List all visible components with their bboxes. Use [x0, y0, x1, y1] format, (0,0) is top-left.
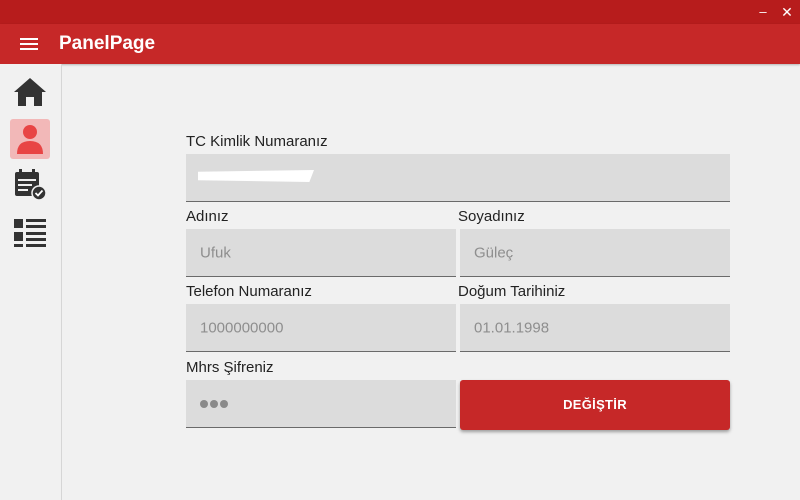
- sidebar-item-home[interactable]: [10, 72, 50, 112]
- password-mask: [200, 399, 228, 408]
- app-window: – ✕ PanelPage TC Kimlik Numaranız Adınız…: [0, 0, 800, 500]
- home-icon: [14, 78, 46, 106]
- sidebar: [0, 64, 62, 500]
- last-name-label: Soyadınız: [458, 208, 525, 225]
- minimize-button[interactable]: –: [752, 0, 774, 24]
- first-name-value: Ufuk: [200, 244, 231, 261]
- phone-field[interactable]: 1000000000: [186, 304, 456, 352]
- first-name-label: Adınız: [186, 208, 229, 225]
- password-dot: [220, 399, 228, 408]
- sidebar-item-profile[interactable]: [10, 119, 50, 159]
- redaction-mark: [198, 170, 314, 182]
- app-bar: PanelPage: [0, 24, 800, 64]
- tc-field[interactable]: [186, 154, 730, 202]
- user-icon: [17, 125, 43, 154]
- first-name-field[interactable]: Ufuk: [186, 229, 456, 277]
- birth-date-value: 01.01.1998: [474, 319, 550, 336]
- password-label: Mhrs Şifreniz: [186, 359, 274, 376]
- phone-label: Telefon Numaranız: [186, 283, 312, 300]
- app-title: PanelPage: [59, 33, 156, 54]
- window-title-strip: – ✕: [0, 0, 800, 24]
- password-field[interactable]: [186, 380, 456, 428]
- sidebar-item-list[interactable]: [10, 212, 50, 252]
- last-name-field[interactable]: Güleç: [460, 229, 730, 277]
- close-button[interactable]: ✕: [776, 0, 798, 24]
- last-name-value: Güleç: [474, 244, 514, 261]
- password-dot: [210, 399, 218, 408]
- password-dot: [200, 399, 208, 408]
- phone-value: 1000000000: [200, 319, 284, 336]
- hamburger-menu-icon[interactable]: [18, 34, 40, 54]
- birth-date-label: Doğum Tarihiniz: [458, 283, 566, 300]
- tc-label: TC Kimlik Numaranız: [186, 133, 328, 150]
- birth-date-field[interactable]: 01.01.1998: [460, 304, 730, 352]
- calendar-check-icon: [15, 169, 47, 201]
- change-button[interactable]: DEĞİŞTİR: [460, 380, 730, 430]
- sidebar-item-appointments[interactable]: [10, 164, 50, 204]
- list-icon: [14, 219, 46, 247]
